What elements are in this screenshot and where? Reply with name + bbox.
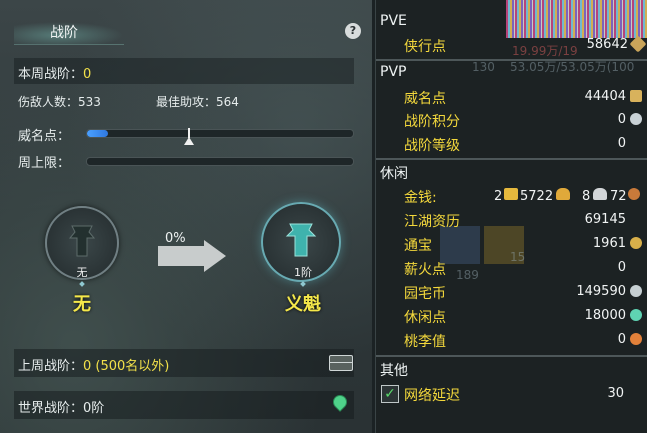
leisure-value: 18000	[584, 308, 626, 323]
gold-ingot-icon	[504, 188, 518, 200]
best-assist: 最佳助攻：564	[156, 95, 239, 109]
latency-value: 30	[607, 386, 624, 401]
bg-ghost-text: 189	[456, 268, 479, 282]
rank-progress-arrow-head	[204, 240, 226, 272]
leisure-value: 0	[617, 332, 626, 347]
latency-checkbox[interactable]: ✓	[381, 385, 399, 403]
silver-ingot-icon	[556, 188, 570, 200]
panel-titlebar: 战阶 ?	[0, 18, 372, 46]
leisure-label: 休闲点	[404, 310, 446, 326]
sword-icon	[629, 35, 647, 53]
leisure-label: 园宅币	[404, 286, 446, 302]
reputation-label: 威名点：	[18, 129, 71, 144]
money-copper-a: 8	[582, 189, 591, 204]
last-week-label: 上周战阶：	[18, 359, 84, 374]
pvp-value: 44404	[584, 89, 626, 104]
rank-progress-arrow	[158, 246, 208, 266]
reputation-bar	[86, 129, 354, 138]
reputation-icon	[630, 90, 642, 102]
last-week-rank: 上周战阶：0 (500名以外)	[18, 355, 169, 374]
weekly-rank-label: 本周战阶：	[18, 67, 84, 82]
pvp-label: 威名点	[404, 91, 446, 107]
pve-header: PVE	[380, 13, 407, 29]
reward-chest-icon[interactable]	[329, 355, 353, 371]
leisure-label: 江湖资历	[404, 214, 460, 230]
injured-count: 伤敌人数：533	[18, 95, 101, 109]
bg-avatar-silhouette	[440, 226, 480, 264]
currency-panel: 19.99万/19 53.05万/53.05万(100 130 189 15 P…	[375, 0, 647, 433]
current-rank-diamond	[79, 281, 85, 287]
weekly-cap-label: 周上限：	[18, 156, 71, 171]
money-silver: 5722	[520, 189, 554, 204]
reputation-marker	[184, 137, 194, 145]
current-rank-name: 无	[73, 294, 91, 315]
leisure-icon	[630, 309, 642, 321]
pvp-value: 0	[617, 112, 626, 127]
rank-progress-percent: 0%	[165, 231, 186, 246]
next-rank-name: 义魁	[285, 294, 321, 315]
pvp-label: 战阶积分	[404, 114, 460, 130]
pve-value: 58642	[586, 37, 628, 52]
money-gold: 2	[494, 189, 503, 204]
leisure-label: 通宝	[404, 238, 432, 254]
copper-ingot-icon	[593, 188, 607, 200]
bg-ghost-text: 19.99万/19	[512, 44, 578, 58]
pvp-label: 战阶等级	[404, 138, 460, 154]
current-rank-badge-label: 无	[76, 266, 88, 279]
divider	[376, 355, 647, 357]
weekly-cap-bar	[86, 157, 354, 166]
divider	[376, 59, 647, 61]
money-label: 金钱:	[404, 190, 437, 206]
divider	[376, 158, 647, 160]
leisure-header: 休闲	[380, 166, 408, 182]
background-texture	[506, 0, 647, 38]
rank-panel: 战阶 ? 本周战阶：0 伤敌人数：533 最佳助攻：564 威名点： 周上限： …	[0, 0, 372, 433]
leisure-value: 0	[617, 260, 626, 275]
coin-icon	[628, 188, 640, 200]
weekly-rank: 本周战阶：0	[18, 63, 91, 82]
leisure-label: 薪火点	[404, 262, 446, 278]
homestead-coin-icon	[630, 285, 642, 297]
latency-label: 网络延迟	[404, 388, 460, 404]
leisure-value: 1961	[592, 236, 626, 251]
money-copper-b: 72	[610, 189, 627, 204]
pvp-header: PVP	[380, 64, 407, 80]
pve-label: 侠行点	[404, 39, 446, 55]
other-header: 其他	[380, 363, 408, 379]
leisure-value: 69145	[584, 212, 626, 227]
next-rank-badge-label: 1阶	[294, 266, 312, 279]
coin-icon	[630, 237, 642, 249]
bg-ghost-text: 15	[510, 250, 526, 264]
reputation-bar-fill	[87, 130, 109, 137]
pvp-value: 0	[617, 136, 626, 151]
leisure-label: 桃李值	[404, 334, 446, 350]
bg-ghost-text: 130	[472, 60, 495, 74]
peach-icon	[630, 333, 642, 345]
leisure-value: 149590	[576, 284, 626, 299]
panel-title: 战阶	[50, 25, 78, 41]
rank-points-icon	[630, 113, 642, 125]
weekly-rank-value: 0	[83, 67, 92, 82]
world-rank: 世界战阶：0阶	[18, 401, 105, 416]
help-icon[interactable]: ?	[345, 23, 361, 39]
last-week-value: 0 (500名以外)	[83, 359, 170, 374]
